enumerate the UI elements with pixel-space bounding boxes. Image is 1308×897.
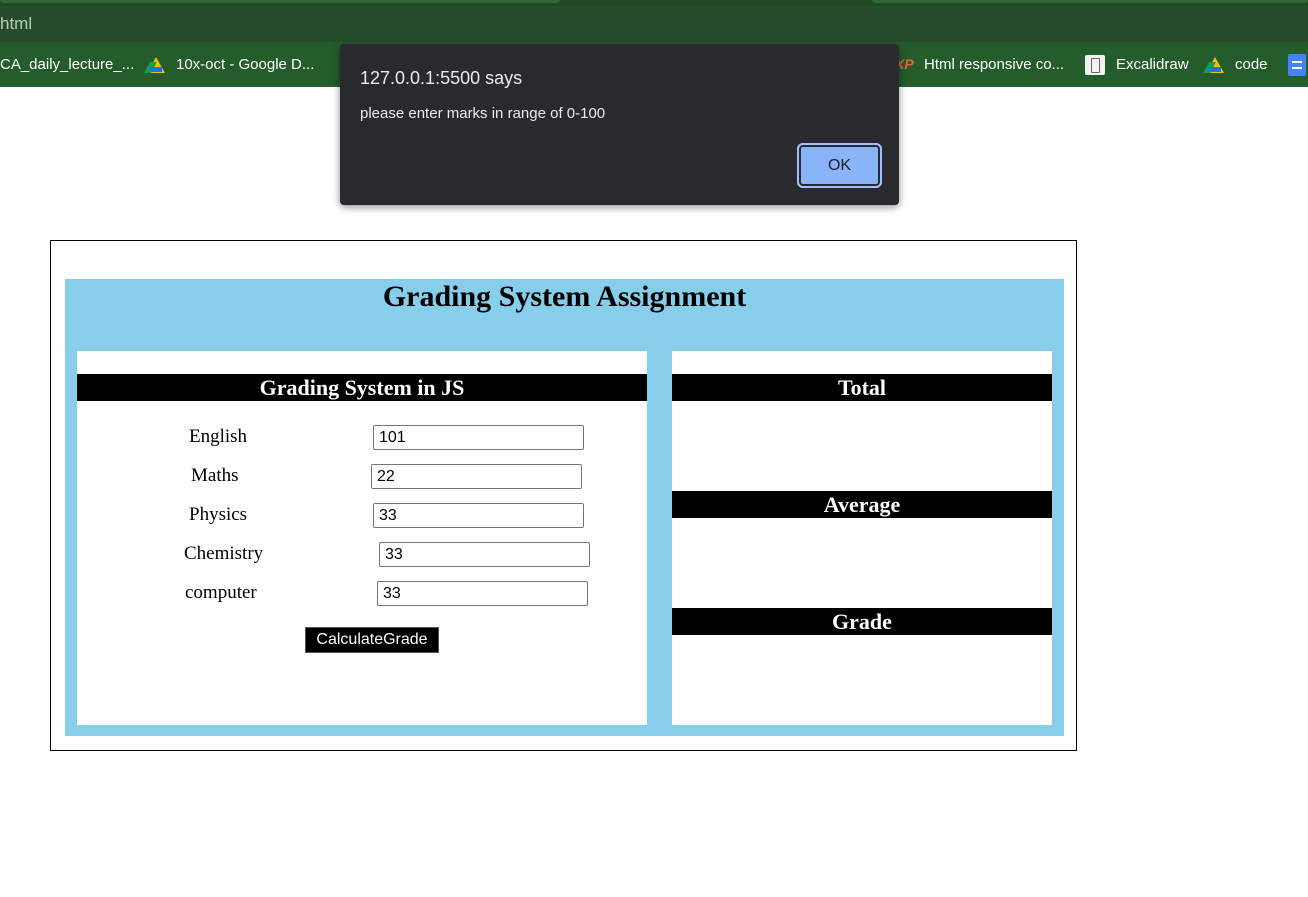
form-heading: Grading System in JS <box>77 374 647 401</box>
subject-label-chemistry: Chemistry <box>184 543 264 564</box>
subject-label-english: English <box>189 426 248 447</box>
bookmark-label: CA_daily_lecture_... <box>0 56 135 73</box>
page-container: Grading System Assignment Grading System… <box>50 240 1077 751</box>
results-panel: Total Average Grade <box>672 351 1052 725</box>
english-input[interactable]: 101 <box>373 425 584 450</box>
bookmark-docs[interactable] <box>1288 42 1308 87</box>
bookmark-ca-daily-lecture[interactable]: CA_daily_lecture_... <box>0 42 134 87</box>
bookmark-label: code <box>1235 56 1268 73</box>
address-bar[interactable]: html <box>0 6 1308 42</box>
average-heading: Average <box>672 491 1052 518</box>
subject-label-maths: Maths <box>191 465 239 486</box>
chemistry-input[interactable]: 33 <box>379 542 590 567</box>
bookmark-label: Excalidraw <box>1116 56 1189 73</box>
google-drive-icon <box>1203 56 1224 74</box>
ok-button[interactable]: OK <box>797 143 882 188</box>
dialog-title: 127.0.0.1:5500 says <box>360 68 523 88</box>
maths-input[interactable]: 22 <box>371 464 582 489</box>
address-bar-url[interactable]: html <box>0 14 32 34</box>
subject-label-computer: computer <box>185 582 257 603</box>
grading-form-panel: Grading System in JS English 101 Maths 2… <box>77 351 647 725</box>
bookmark-label: 10x-oct - Google D... <box>176 56 315 73</box>
computer-input[interactable]: 33 <box>377 581 588 606</box>
grade-heading: Grade <box>672 608 1052 635</box>
bookmark-code[interactable]: code <box>1203 42 1268 87</box>
bookmark-label: Html responsive co... <box>924 56 1065 73</box>
total-heading: Total <box>672 374 1052 401</box>
excalidraw-icon <box>1085 54 1105 75</box>
bookmark-html-responsive[interactable]: XP Html responsive co... <box>895 42 1064 87</box>
page-title: Grading System Assignment <box>382 280 747 313</box>
grading-card: Grading System Assignment Grading System… <box>65 279 1064 736</box>
subject-label-physics: Physics <box>189 504 248 525</box>
physics-input[interactable]: 33 <box>373 503 584 528</box>
browser-tab[interactable] <box>872 0 1308 3</box>
google-docs-icon <box>1288 53 1306 76</box>
calculate-grade-button[interactable]: CalculateGrade <box>305 627 439 653</box>
browser-tab[interactable] <box>0 0 560 3</box>
bookmark-10x-oct[interactable]: 10x-oct - Google D... <box>144 42 315 87</box>
dialog-message: please enter marks in range of 0-100 <box>360 105 606 122</box>
alert-dialog: 127.0.0.1:5500 says please enter marks i… <box>340 44 899 205</box>
google-drive-icon <box>144 56 165 74</box>
bookmark-excalidraw[interactable]: Excalidraw <box>1085 42 1189 87</box>
